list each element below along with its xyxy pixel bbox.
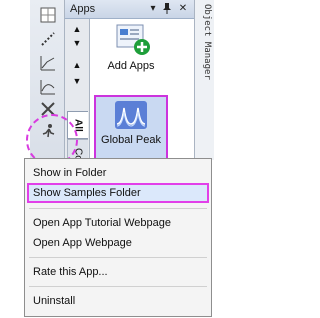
line-tool-icon[interactable]	[39, 54, 57, 72]
app-tile-global-peak-fit[interactable]: Global Peak Fit	[94, 95, 168, 160]
menu-item-uninstall[interactable]: Uninstall	[27, 291, 209, 311]
menu-item-open-app-webpage[interactable]: Open App Webpage	[27, 233, 209, 253]
menu-item-label: Uninstall	[33, 295, 76, 307]
app-tile-add-apps[interactable]: Add Apps	[94, 23, 168, 83]
menu-item-show-samples-folder[interactable]: Show Samples Folder	[27, 183, 209, 203]
app-name-global-peak-fit: Global Peak Fit	[101, 134, 161, 146]
scroll-up-arrow[interactable]: ▲	[71, 23, 83, 35]
apps-panel-title: Apps	[70, 3, 96, 15]
apps-panel: Apps ▾ ✕ ▲ ▼ ▲ ▼ All Conn Add Apps	[64, 0, 195, 181]
curve-tool-icon[interactable]	[39, 78, 57, 96]
add-apps-icon	[116, 24, 150, 55]
panel-menu-icon[interactable]: ▾	[147, 2, 159, 16]
menu-separator	[29, 286, 207, 287]
menu-separator	[29, 257, 207, 258]
menu-item-show-in-folder[interactable]: Show in Folder	[27, 163, 209, 183]
tab-scroll-down-arrow[interactable]: ▼	[71, 75, 83, 87]
menu-item-rate-this-app[interactable]: Rate this App...	[27, 262, 209, 282]
tab-scroll-up-arrow[interactable]: ▲	[71, 59, 83, 71]
menu-item-label: Open App Tutorial Webpage	[33, 217, 172, 229]
apps-gallery: Add Apps Global Peak Fit	[90, 19, 195, 160]
menu-item-label: Show in Folder	[33, 167, 107, 179]
scatter-tool-icon[interactable]	[39, 30, 57, 48]
menu-item-label: Rate this App...	[33, 266, 108, 278]
global-peak-fit-icon	[115, 101, 147, 129]
pin-icon[interactable]	[161, 2, 173, 16]
app-name-add-apps: Add Apps	[107, 60, 155, 72]
menu-item-label: Open App Webpage	[33, 237, 132, 249]
scroll-down-arrow[interactable]: ▼	[71, 37, 83, 49]
menu-separator	[29, 208, 207, 209]
apps-panel-titlebar: Apps ▾ ✕	[65, 0, 195, 19]
menu-item-label: Show Samples Folder	[33, 187, 141, 199]
grid-tool-icon[interactable]	[39, 6, 57, 24]
context-menu: Show in Folder Show Samples Folder Open …	[24, 158, 212, 317]
object-manager-label: Object Manager	[202, 4, 212, 80]
close-icon[interactable]: ✕	[177, 2, 189, 16]
menu-item-open-app-tutorial-webpage[interactable]: Open App Tutorial Webpage	[27, 213, 209, 233]
object-manager-tab[interactable]: Object Manager	[194, 0, 214, 160]
